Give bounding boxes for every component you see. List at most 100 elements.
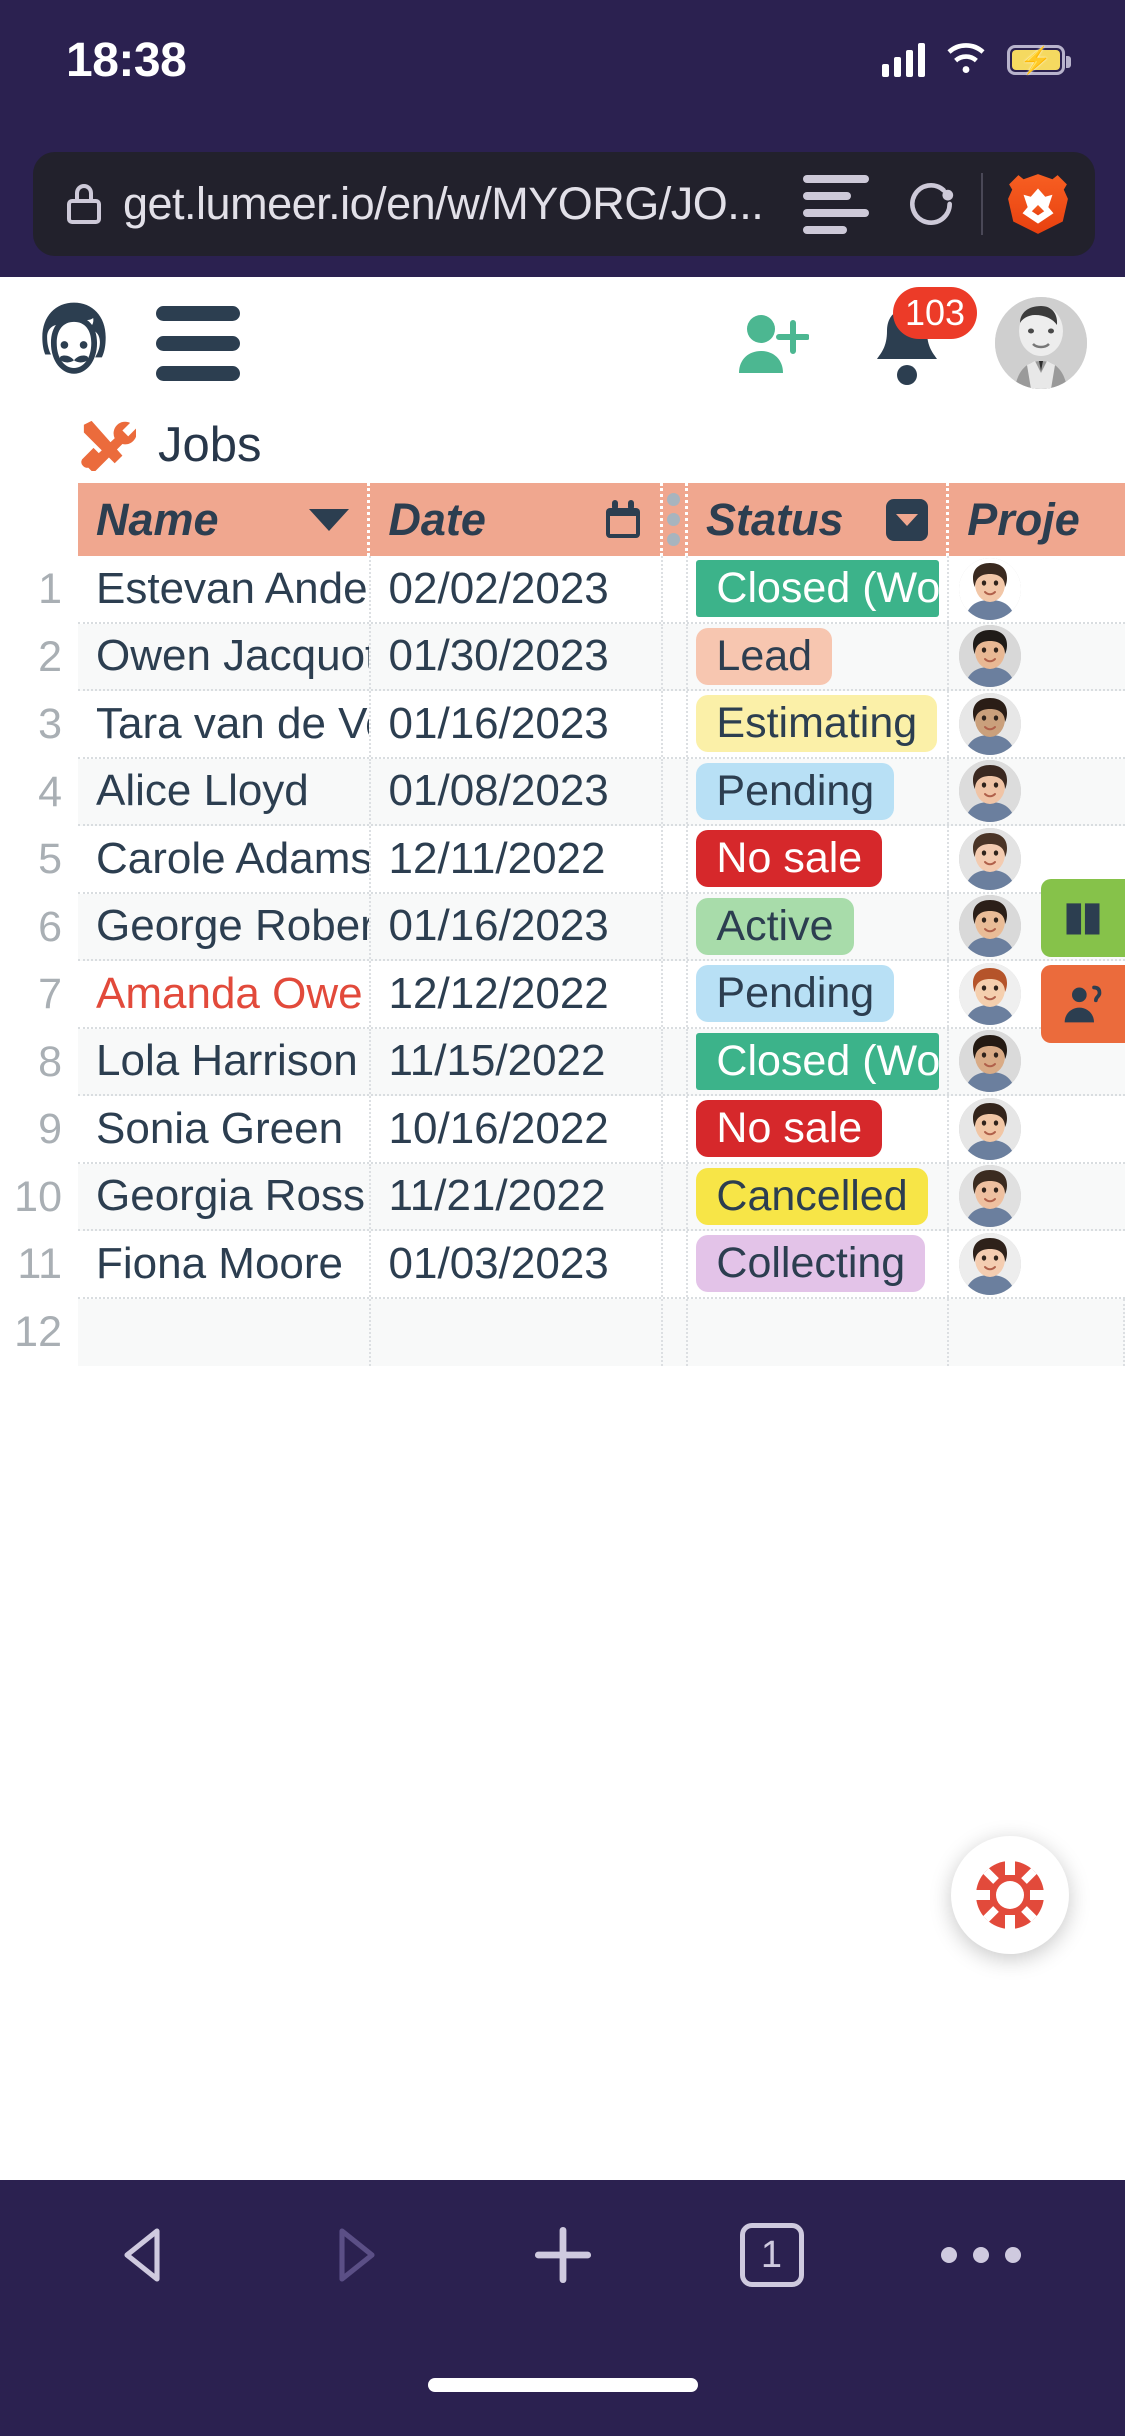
brave-lion-icon[interactable] (1005, 171, 1071, 237)
cell-name[interactable]: Fiona Moore (78, 1231, 371, 1297)
table-row[interactable]: 5 Carole Adams 12/11/2022 No sale (38, 826, 1125, 894)
cell-project[interactable] (949, 691, 1125, 757)
row-number: 9 (38, 1105, 62, 1154)
plus-icon (534, 2226, 591, 2284)
cell-status[interactable]: Closed (Won) (688, 556, 950, 622)
lumeer-logo-icon[interactable] (26, 295, 122, 391)
cell-date[interactable]: 01/03/2023 (371, 1231, 664, 1297)
nav-tabs-button[interactable]: 1 (697, 2195, 847, 2315)
row-grip (663, 961, 689, 1027)
reader-mode-icon[interactable] (803, 174, 877, 234)
help-button[interactable] (951, 1836, 1069, 1954)
cell-date[interactable]: 01/16/2023 (371, 691, 664, 757)
web-page-content: 103 Jobs Name Date Status Proje 1 Esteva… (0, 277, 1125, 2180)
cell-date[interactable]: 12/12/2022 (371, 961, 664, 1027)
row-number: 12 (14, 1307, 62, 1356)
cell-name[interactable]: Owen Jacquot (78, 623, 371, 689)
cell-project[interactable] (949, 1096, 1125, 1162)
cell-status[interactable]: Pending (688, 758, 950, 824)
table-row[interactable]: 12 (14, 1298, 1125, 1366)
browser-url-bar[interactable]: get.lumeer.io/en/w/MYORG/JO... (33, 152, 1095, 256)
row-number: 7 (38, 970, 62, 1019)
table-row[interactable]: 4 Alice Lloyd 01/08/2023 Pending (38, 758, 1125, 826)
table-row[interactable]: 2 Owen Jacquot 01/30/2023 Lead (38, 623, 1125, 691)
column-resize-grip[interactable] (663, 483, 688, 556)
avatar (959, 1165, 1022, 1228)
user-avatar[interactable] (995, 297, 1087, 389)
cell-name[interactable]: Amanda Owe (78, 961, 371, 1027)
table-row[interactable]: 10 Georgia Ross 11/21/2022 Cancelled (14, 1163, 1125, 1231)
cell-status[interactable]: Pending (688, 961, 950, 1027)
cell-name[interactable]: George Rober (78, 893, 371, 959)
chevron-down-icon[interactable] (309, 508, 350, 531)
table-row[interactable]: 7 Amanda Owe 12/12/2022 Pending (38, 961, 1125, 1029)
cell-project[interactable] (949, 1164, 1125, 1230)
cell-name[interactable]: Estevan Ande (78, 556, 371, 622)
url-bar-actions (803, 171, 1095, 237)
status-badge: Lead (696, 627, 833, 685)
cell-date[interactable]: 11/15/2022 (371, 1028, 664, 1094)
nav-new-tab-button[interactable] (488, 2195, 638, 2315)
row-number: 5 (38, 835, 62, 884)
add-user-icon[interactable] (735, 311, 810, 375)
cell-status[interactable]: Estimating (688, 691, 950, 757)
cell-project[interactable] (949, 556, 1125, 622)
cell-project[interactable] (949, 1231, 1125, 1297)
cell-status[interactable]: Active (688, 893, 950, 959)
cell-date[interactable]: 10/16/2022 (371, 1096, 664, 1162)
cell-date[interactable]: 12/11/2022 (371, 826, 664, 892)
table-row[interactable]: 3 Tara van de Ve 01/16/2023 Estimating (38, 691, 1125, 759)
column-header-date[interactable]: Date (370, 483, 663, 556)
cell-status[interactable]: Cancelled (688, 1163, 950, 1229)
row-grip (663, 556, 689, 622)
cell-project[interactable] (949, 759, 1125, 825)
app-header: 103 (0, 277, 1125, 409)
cell-date[interactable]: 01/30/2023 (371, 623, 664, 689)
jobs-table: Name Date Status Proje 1 Estevan Ande 02… (14, 483, 1125, 1366)
hamburger-menu-icon[interactable] (156, 305, 240, 381)
bell-icon[interactable]: 103 (871, 287, 978, 385)
row-number: 8 (38, 1037, 62, 1086)
cell-name[interactable]: Lola Harrison (78, 1028, 371, 1094)
column-header-project[interactable]: Proje (949, 483, 1125, 556)
cell-date[interactable]: 02/02/2023 (371, 556, 664, 622)
cell-name[interactable]: Sonia Green (78, 1096, 371, 1162)
cell-project[interactable] (949, 624, 1125, 690)
column-header-name[interactable]: Name (78, 483, 371, 556)
side-button-person[interactable] (1041, 965, 1125, 1043)
nav-more-button[interactable] (906, 2195, 1056, 2315)
table-row[interactable]: 9 Sonia Green 10/16/2022 No sale (38, 1096, 1125, 1164)
cell-status[interactable]: Closed (Won) (688, 1028, 950, 1094)
table-row[interactable]: 1 Estevan Ande02/02/2023 Closed (Won) (38, 556, 1125, 624)
cell-name[interactable]: Carole Adams (78, 826, 371, 892)
cell-status[interactable] (688, 1298, 950, 1366)
reload-icon[interactable] (903, 176, 959, 232)
cellular-signal-icon (882, 43, 925, 77)
table-row[interactable]: 6 George Rober 01/16/2023 Active (38, 893, 1125, 961)
nav-back-button[interactable] (70, 2195, 220, 2315)
cell-date[interactable]: 11/21/2022 (371, 1163, 664, 1229)
cell-date[interactable] (371, 1298, 664, 1366)
cell-status[interactable]: No sale (688, 826, 950, 892)
avatar (959, 1030, 1022, 1093)
table-row[interactable]: 11 Fiona Moore 01/03/2023 Collecting (17, 1231, 1125, 1299)
select-dropdown-icon[interactable] (886, 498, 929, 541)
nav-forward-button[interactable] (279, 2195, 429, 2315)
cell-project[interactable] (949, 1298, 1125, 1366)
cell-name[interactable]: Alice Lloyd (78, 758, 371, 824)
column-header-status[interactable]: Status (688, 483, 950, 556)
cell-status[interactable]: Lead (688, 623, 950, 689)
row-grip (663, 826, 689, 892)
toolbar-divider (981, 173, 983, 235)
table-row[interactable]: 8 Lola Harrison11/15/2022 Closed (Won) (38, 1028, 1125, 1096)
url-text[interactable]: get.lumeer.io/en/w/MYORG/JO... (123, 178, 803, 230)
cell-name[interactable]: Georgia Ross (78, 1163, 371, 1229)
side-button-book[interactable] (1041, 879, 1125, 957)
cell-date[interactable]: 01/08/2023 (371, 758, 664, 824)
cell-status[interactable]: No sale (688, 1096, 950, 1162)
cell-name[interactable]: Tara van de Ve (78, 691, 371, 757)
status-badge: Cancelled (696, 1167, 928, 1225)
cell-name[interactable] (78, 1298, 371, 1366)
cell-date[interactable]: 01/16/2023 (371, 893, 664, 959)
cell-status[interactable]: Collecting (688, 1231, 950, 1297)
